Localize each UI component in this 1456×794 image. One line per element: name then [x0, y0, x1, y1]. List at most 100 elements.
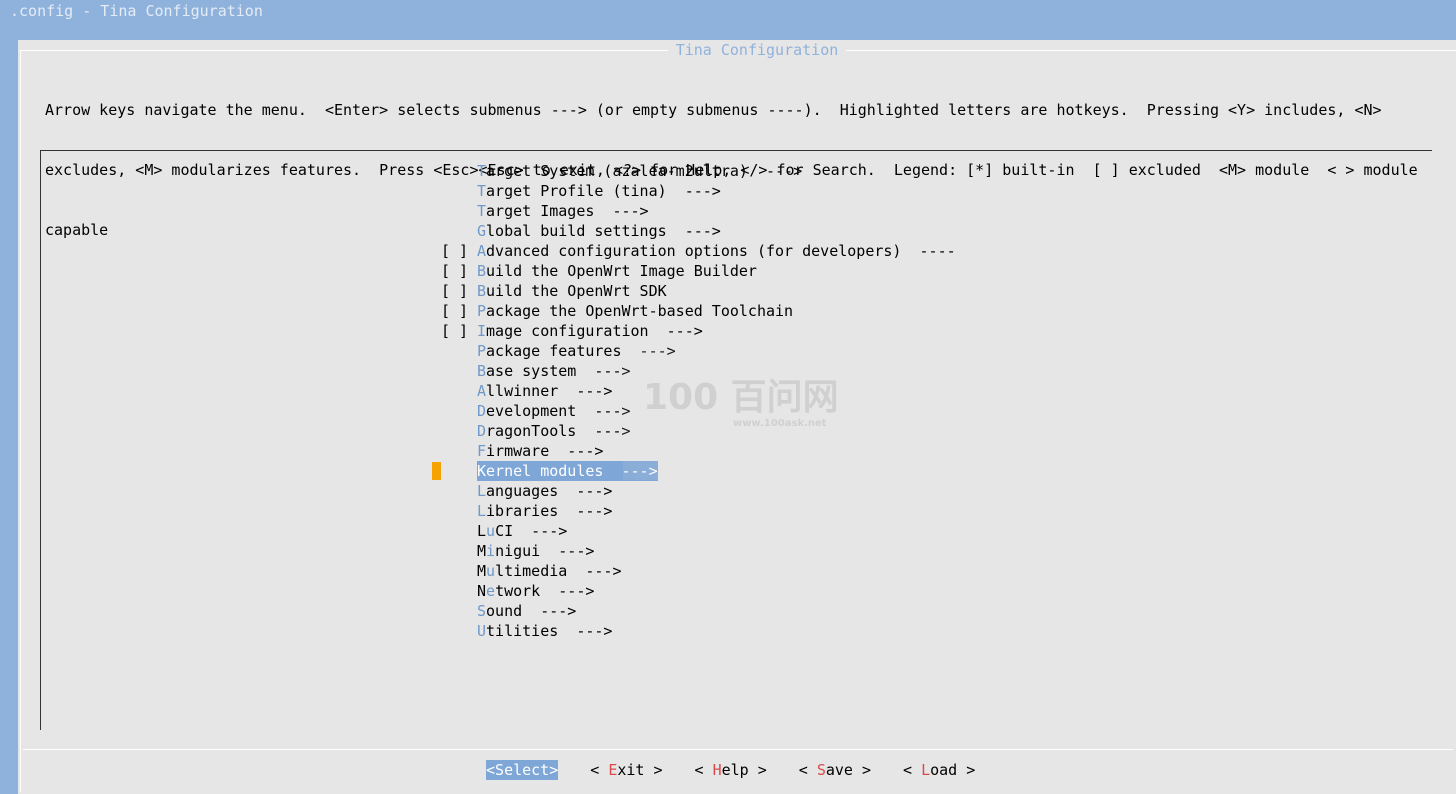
- menu-item-hotkey: T: [477, 182, 487, 200]
- menu-item-text: dvanced configuration options (for devel…: [486, 242, 956, 260]
- menu-item[interactable]: Global build settings --->: [423, 221, 956, 241]
- menu-item-label: Package the OpenWrt-based Toolchain: [477, 301, 793, 321]
- menu-item-prefix: N: [477, 582, 487, 600]
- menu-item-hotkey: I: [477, 322, 487, 340]
- menu-item[interactable]: Multimedia --->: [423, 561, 956, 581]
- button-text: ave >: [825, 761, 871, 779]
- menu-item-hotkey: L: [477, 502, 487, 520]
- watermark-url: www.100ask.net: [733, 418, 827, 429]
- menu-item[interactable]: Network --->: [423, 581, 956, 601]
- menu-item-label: Minigui --->: [477, 541, 594, 561]
- menu-item-label: Target Profile (tina) --->: [477, 181, 721, 201]
- menu-item-hotkey: D: [477, 422, 487, 440]
- menu-item-label: DragonTools --->: [477, 421, 631, 441]
- menu-item-text: ase system --->: [486, 362, 631, 380]
- menu-item-text: mage configuration --->: [486, 322, 703, 340]
- menu-item[interactable]: [ ] Package the OpenWrt-based Toolchain: [423, 301, 956, 321]
- menu-item-hotkey: T: [477, 162, 487, 180]
- menu-item-label: Development --->: [477, 401, 631, 421]
- button-bracket: <: [694, 761, 713, 779]
- menu-item-prefix: M: [477, 562, 487, 580]
- menu-item-text: uild the OpenWrt Image Builder: [486, 262, 757, 280]
- menu-item-label: Network --->: [477, 581, 594, 601]
- menu-item-checkbox: [ ]: [441, 322, 469, 340]
- menu-item-label: Multimedia --->: [477, 561, 622, 581]
- menu-item-text: CI --->: [495, 522, 568, 540]
- menu-item-text: ound --->: [486, 602, 577, 620]
- menu-item-hotkey: u: [486, 522, 496, 540]
- menu-item-label: Advanced configuration options (for deve…: [477, 241, 956, 261]
- menu-item-hotkey: T: [477, 202, 487, 220]
- menu-item-hotkey: U: [477, 622, 487, 640]
- menu-item[interactable]: Target System (azalea-m2ultra) --->: [423, 161, 956, 181]
- menu-item-checkbox: [ ]: [441, 282, 469, 300]
- save-button[interactable]: < Save >: [799, 760, 871, 780]
- button-hotkey: S: [495, 761, 505, 779]
- menu-item-text: irmware --->: [486, 442, 604, 460]
- menu-item-hotkey: u: [486, 562, 496, 580]
- window-titlebar: .config - Tina Configuration: [0, 0, 1456, 28]
- watermark: 100 百问网 www.100ask.net: [623, 350, 878, 480]
- menu-item-prefix: M: [477, 542, 487, 560]
- help-button[interactable]: < Help >: [695, 760, 767, 780]
- select-button[interactable]: <Select>: [486, 760, 559, 780]
- menu-item[interactable]: [ ] Image configuration --->: [423, 321, 956, 341]
- menu-item[interactable]: Minigui --->: [423, 541, 956, 561]
- menu-item-label: Image configuration --->: [477, 321, 703, 341]
- menu-item[interactable]: Languages --->: [423, 481, 956, 501]
- load-button[interactable]: < Load >: [903, 760, 975, 780]
- menu-item-label: Target Images --->: [477, 201, 649, 221]
- menu-item[interactable]: Utilities --->: [423, 621, 956, 641]
- menu-item-checkbox: [ ]: [441, 242, 469, 260]
- menu-item-hotkey: K: [477, 462, 487, 480]
- menu-item[interactable]: Target Profile (tina) --->: [423, 181, 956, 201]
- menu-item-prefix: L: [477, 522, 487, 540]
- help-line: Arrow keys navigate the menu. <Enter> se…: [45, 101, 1382, 119]
- button-hotkey: E: [608, 761, 618, 779]
- menu-item-hotkey: B: [477, 282, 487, 300]
- menu-item-text: nigui --->: [495, 542, 595, 560]
- dialog-title-bar: Tina Configuration: [18, 40, 1456, 60]
- menu-item[interactable]: [ ] Build the OpenWrt Image Builder: [423, 261, 956, 281]
- menu-item[interactable]: LuCI --->: [423, 521, 956, 541]
- menu-item-label: Build the OpenWrt SDK: [477, 281, 667, 301]
- menu-item-text: tilities --->: [486, 622, 613, 640]
- menu-item-hotkey: G: [477, 222, 487, 240]
- button-bracket: <: [903, 761, 922, 779]
- menu-item-text: arget System (azalea-m2ultra) --->: [486, 162, 803, 180]
- menu-item[interactable]: [ ] Advanced configuration options (for d…: [423, 241, 956, 261]
- menu-item-label: Utilities --->: [477, 621, 612, 641]
- watermark-logo: 100 百问网: [643, 377, 839, 418]
- menu-item-hotkey: B: [477, 262, 487, 280]
- menu-item[interactable]: Sound --->: [423, 601, 956, 621]
- menu-item-hotkey: A: [477, 242, 487, 260]
- menu-item-hotkey: S: [477, 602, 487, 620]
- menu-item-text: anguages --->: [486, 482, 613, 500]
- menu-item-hotkey: B: [477, 362, 487, 380]
- config-dialog: Tina Configuration Arrow keys navigate t…: [18, 40, 1456, 794]
- menu-item-text: ibraries --->: [486, 502, 613, 520]
- menu-item-hotkey: A: [477, 382, 487, 400]
- menu-item-label: LuCI --->: [477, 521, 567, 541]
- button-text: elp >: [721, 761, 767, 779]
- menu-item-label: Base system --->: [477, 361, 631, 381]
- menu-item-checkbox: [ ]: [441, 262, 469, 280]
- button-bracket: <: [590, 761, 609, 779]
- menu-item-hotkey: i: [486, 542, 496, 560]
- menu-item[interactable]: Libraries --->: [423, 501, 956, 521]
- menu-item-text: arget Images --->: [486, 202, 649, 220]
- cursor-block: [432, 462, 441, 480]
- menu-item-label: Allwinner --->: [477, 381, 612, 401]
- button-hotkey: S: [816, 761, 826, 779]
- button-hotkey: H: [712, 761, 722, 779]
- menu-item-hotkey: D: [477, 402, 487, 420]
- menu-item-label: Languages --->: [477, 481, 612, 501]
- menu-item[interactable]: [ ] Build the OpenWrt SDK: [423, 281, 956, 301]
- menu-item-hotkey: P: [477, 342, 487, 360]
- menu-item-hotkey: L: [477, 482, 487, 500]
- menu-item-text: ackage the OpenWrt-based Toolchain: [486, 302, 794, 320]
- menu-item[interactable]: Target Images --->: [423, 201, 956, 221]
- exit-button[interactable]: < Exit >: [590, 760, 662, 780]
- menu-item-text: evelopment --->: [486, 402, 631, 420]
- menu-item-text: lobal build settings --->: [486, 222, 721, 240]
